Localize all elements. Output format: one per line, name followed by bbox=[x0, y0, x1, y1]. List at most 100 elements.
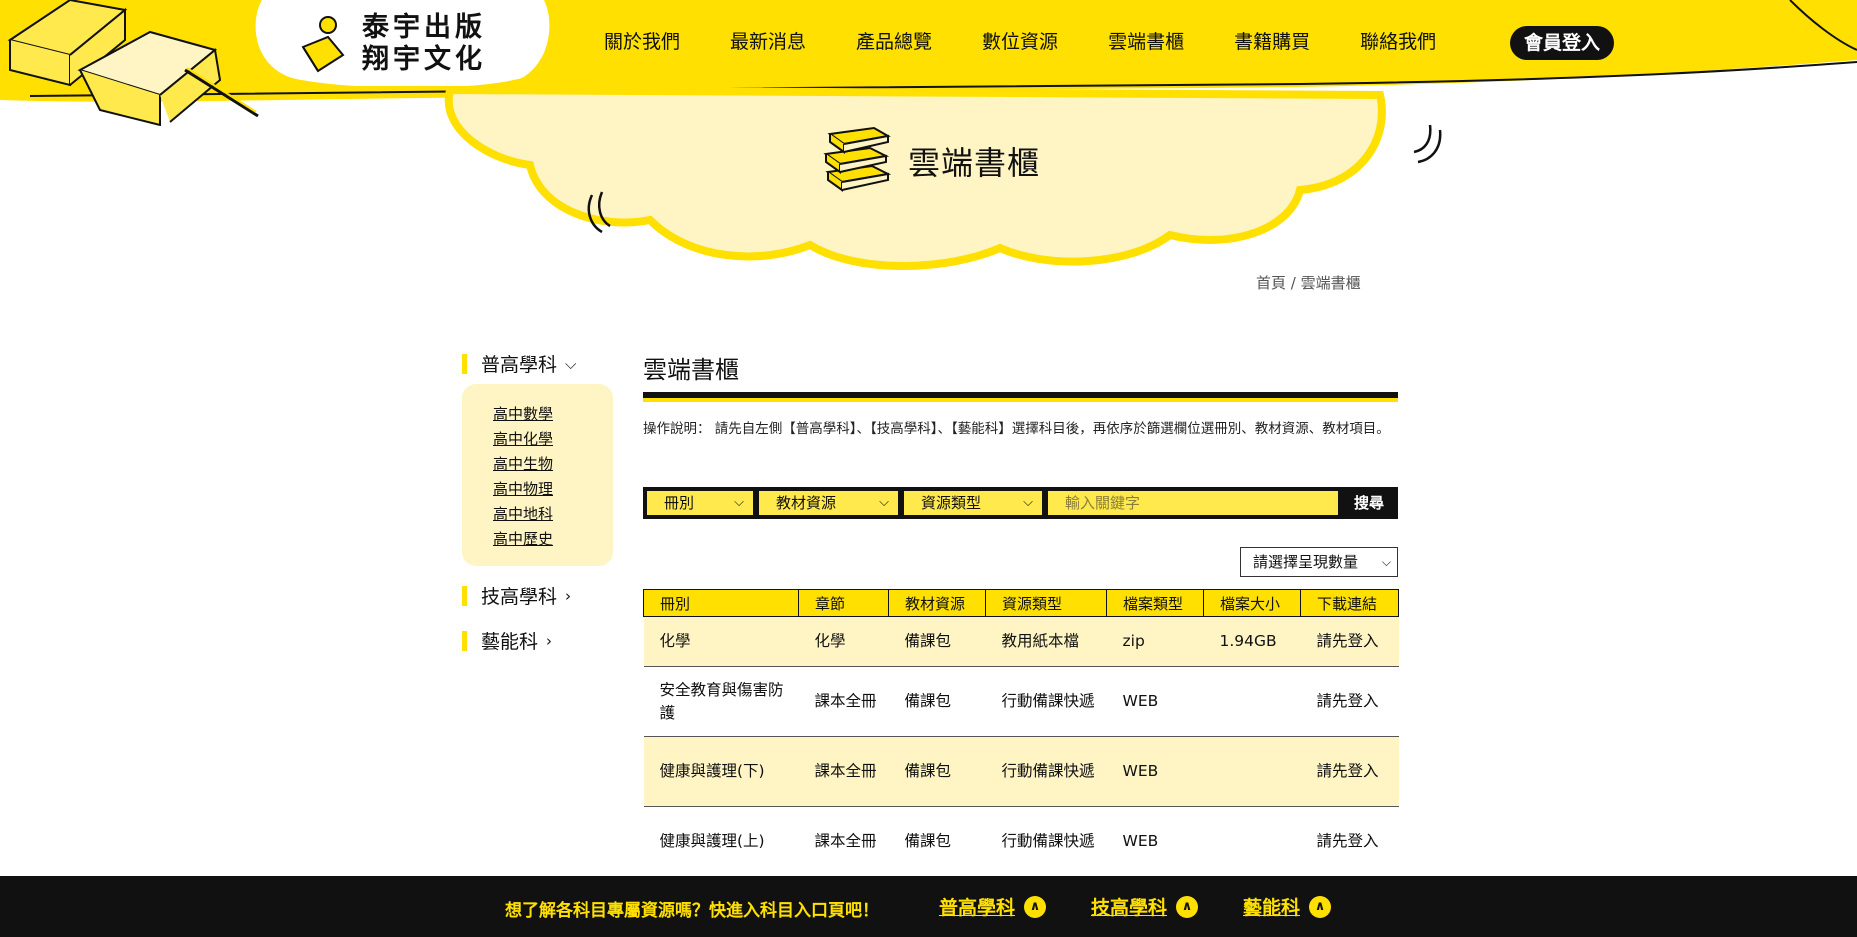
chevron-down-icon: ⌵ bbox=[1023, 495, 1033, 510]
cell-resource-type: 行動備課快遞 bbox=[985, 736, 1107, 807]
resource-type-select[interactable]: 資源類型 ⌵ bbox=[904, 491, 1042, 515]
category-marker bbox=[462, 585, 467, 606]
chevron-up-icon: ∧ bbox=[1309, 895, 1332, 918]
volume-select-label: 冊別 bbox=[664, 494, 695, 512]
chevron-down-icon: ⌵ bbox=[565, 354, 577, 373]
cell-file-size: 1.94GB bbox=[1203, 616, 1301, 667]
sidebar-category-label: 藝能科 bbox=[481, 631, 539, 653]
table-row: 健康與護理(上) 課本全冊 備課包 行動備課快遞 WEB 請先登入 bbox=[643, 806, 1399, 877]
col-header-volume: 冊別 bbox=[643, 589, 799, 617]
brand-logo[interactable]: 泰宇出版 翔宇文化 bbox=[298, 12, 486, 76]
breadcrumb: 首頁 / 雲端書櫃 bbox=[1256, 272, 1361, 293]
col-header-chapter: 章節 bbox=[798, 589, 889, 617]
cell-download-link[interactable]: 請先登入 bbox=[1300, 806, 1399, 877]
col-header-file-size: 檔案大小 bbox=[1203, 589, 1301, 617]
sidebar-category-vocational[interactable]: 技高學科 › bbox=[462, 582, 571, 609]
banner-title: 雲端書櫃 bbox=[908, 144, 1041, 182]
nav-contact[interactable]: 聯絡我們 bbox=[1360, 26, 1436, 58]
books-illustration bbox=[7, 0, 259, 126]
cell-download-link[interactable]: 請先登入 bbox=[1300, 736, 1399, 807]
nav-cloud-bookshelf[interactable]: 雲端書櫃 bbox=[1104, 26, 1189, 58]
footer-link-vocational[interactable]: 技高學科 ∧ bbox=[1091, 893, 1199, 920]
cell-material: 備課包 bbox=[888, 666, 986, 737]
nav-products[interactable]: 產品總覽 bbox=[856, 26, 932, 58]
nav-digital-resources[interactable]: 數位資源 bbox=[982, 26, 1058, 58]
sidebar-subject-biology[interactable]: 高中生物 bbox=[493, 453, 553, 474]
col-header-file-type: 檔案類型 bbox=[1106, 589, 1204, 617]
footer-link-arts[interactable]: 藝能科 ∧ bbox=[1243, 893, 1332, 920]
sidebar-subject-history[interactable]: 高中歷史 bbox=[493, 528, 553, 549]
footer-link-label: 技高學科 bbox=[1091, 897, 1168, 919]
books-stack-icon bbox=[823, 126, 892, 192]
sidebar-subject-math[interactable]: 高中數學 bbox=[493, 403, 553, 424]
cell-material: 備課包 bbox=[888, 806, 986, 877]
chevron-right-icon: › bbox=[565, 586, 572, 605]
footer-link-label: 普高學科 bbox=[939, 897, 1016, 919]
cell-material: 備課包 bbox=[888, 736, 986, 807]
cell-chapter: 課本全冊 bbox=[798, 666, 889, 737]
category-marker bbox=[462, 630, 467, 651]
col-header-download: 下載連結 bbox=[1300, 589, 1399, 617]
sidebar-category-general[interactable]: 普高學科 ⌵ bbox=[462, 350, 576, 377]
sidebar-category-arts[interactable]: 藝能科 › bbox=[462, 627, 552, 654]
cell-file-type: WEB bbox=[1106, 806, 1204, 877]
material-select-label: 教材資源 bbox=[776, 494, 837, 512]
footer-link-general[interactable]: 普高學科 ∧ bbox=[939, 893, 1047, 920]
breadcrumb-home[interactable]: 首頁 bbox=[1256, 274, 1286, 292]
footer-link-label: 藝能科 bbox=[1243, 897, 1301, 919]
breadcrumb-separator: / bbox=[1286, 274, 1301, 292]
sidebar-subject-chemistry[interactable]: 高中化學 bbox=[493, 428, 553, 449]
sidebar-subject-earth-science[interactable]: 高中地科 bbox=[493, 503, 553, 524]
cell-volume: 健康與護理(上) bbox=[643, 806, 799, 877]
display-count-select[interactable]: 請選擇呈現數量 ⌵ bbox=[1240, 547, 1398, 577]
logo-mark-icon bbox=[301, 16, 345, 73]
page-title: 雲端書櫃 bbox=[643, 356, 739, 384]
chevron-right-icon: › bbox=[546, 631, 553, 650]
brand-line-1: 泰宇出版 bbox=[362, 12, 486, 43]
table-row: 健康與護理(下) 課本全冊 備課包 行動備課快遞 WEB 請先登入 bbox=[643, 736, 1399, 807]
resource-type-select-label: 資源類型 bbox=[921, 494, 982, 512]
keyword-input[interactable] bbox=[1048, 491, 1338, 515]
nav-news[interactable]: 最新消息 bbox=[730, 26, 806, 58]
chevron-down-icon: ⌵ bbox=[1381, 555, 1391, 569]
cell-file-type: WEB bbox=[1106, 736, 1204, 807]
instructions-text: 操作說明： 請先自左側【普高學科】、【技高學科】、【藝能科】選擇科目後，再依序於… bbox=[643, 421, 1390, 437]
cell-material: 備課包 bbox=[888, 616, 986, 667]
display-count-label: 請選擇呈現數量 bbox=[1253, 553, 1359, 571]
cell-chapter: 課本全冊 bbox=[798, 736, 889, 807]
chevron-up-icon: ∧ bbox=[1176, 895, 1199, 918]
cell-file-size bbox=[1203, 666, 1301, 737]
volume-select[interactable]: 冊別 ⌵ bbox=[647, 491, 753, 515]
footer-bar bbox=[0, 876, 1857, 937]
footer-prompt: 想了解各科目專屬資源嗎？快進入科目入口頁吧！ bbox=[505, 901, 879, 921]
cell-resource-type: 教用紙本檔 bbox=[985, 616, 1107, 667]
chevron-down-icon: ⌵ bbox=[879, 495, 889, 510]
title-divider bbox=[643, 392, 1398, 402]
cell-resource-type: 行動備課快遞 bbox=[985, 806, 1107, 877]
cell-file-size bbox=[1203, 806, 1301, 877]
cell-file-type: WEB bbox=[1106, 666, 1204, 737]
cell-volume: 化學 bbox=[643, 616, 799, 667]
chevron-up-icon: ∧ bbox=[1024, 895, 1047, 918]
breadcrumb-current: 雲端書櫃 bbox=[1300, 274, 1361, 292]
nav-about[interactable]: 關於我們 bbox=[604, 26, 680, 58]
main-nav: 關於我們 最新消息 產品總覽 數位資源 雲端書櫃 書籍購買 聯絡我們 bbox=[604, 26, 1486, 58]
nav-buy-books[interactable]: 書籍購買 bbox=[1234, 26, 1310, 58]
cell-download-link[interactable]: 請先登入 bbox=[1300, 616, 1399, 667]
cell-download-link[interactable]: 請先登入 bbox=[1300, 666, 1399, 737]
col-header-material: 教材資源 bbox=[888, 589, 986, 617]
table-header-row: 冊別 章節 教材資源 資源類型 檔案類型 檔案大小 下載連結 bbox=[643, 589, 1399, 617]
material-select[interactable]: 教材資源 ⌵ bbox=[759, 491, 898, 515]
cell-chapter: 課本全冊 bbox=[798, 806, 889, 877]
brand-name: 泰宇出版 翔宇文化 bbox=[362, 12, 486, 76]
search-button[interactable]: 搜尋 bbox=[1340, 487, 1398, 519]
col-header-resource-type: 資源類型 bbox=[985, 589, 1107, 617]
cell-volume: 健康與護理(下) bbox=[643, 736, 799, 807]
cell-volume: 安全教育與傷害防護 bbox=[643, 666, 799, 737]
cell-file-type: zip bbox=[1106, 616, 1204, 667]
table-row: 化學 化學 備課包 教用紙本檔 zip 1.94GB 請先登入 bbox=[643, 616, 1399, 667]
sidebar-subject-physics[interactable]: 高中物理 bbox=[493, 478, 553, 499]
member-login-button[interactable]: 會員登入 bbox=[1510, 26, 1615, 60]
sidebar-category-label: 技高學科 bbox=[481, 586, 558, 608]
table-row: 安全教育與傷害防護 課本全冊 備課包 行動備課快遞 WEB 請先登入 bbox=[643, 666, 1399, 737]
